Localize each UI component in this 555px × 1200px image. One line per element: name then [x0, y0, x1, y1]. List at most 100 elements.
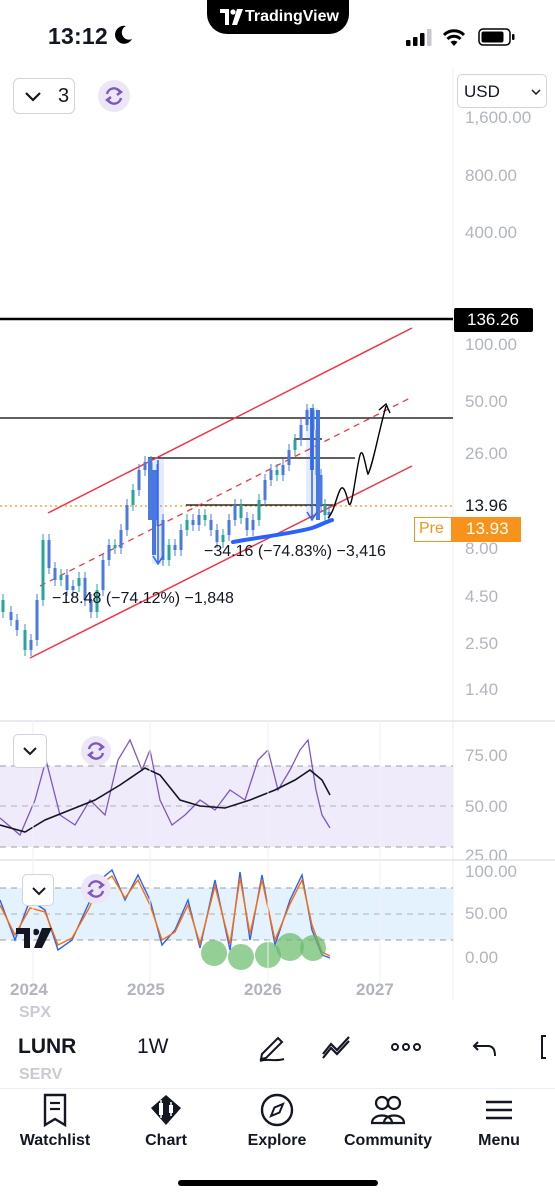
chevron-down-icon — [531, 89, 541, 96]
moon-icon — [115, 25, 132, 44]
candle-body — [215, 530, 219, 542]
rsi-axis-label: 75.00 — [465, 746, 508, 765]
candle-body — [65, 575, 69, 590]
nav-chart[interactable]: Chart — [111, 1089, 221, 1169]
next-symbol-hint[interactable]: SERV — [19, 1066, 62, 1084]
candle-body — [209, 520, 213, 530]
stoch-axis-label: 50.00 — [465, 904, 508, 923]
price-axis-label: 2.50 — [465, 634, 499, 653]
candle-body — [125, 505, 129, 530]
horizontal-line-price-tag[interactable]: 136.26 — [454, 308, 533, 332]
pen-icon[interactable] — [256, 1032, 288, 1062]
candle-body — [47, 540, 51, 568]
rsi-sync-button[interactable] — [81, 736, 111, 766]
tradingview-logo-icon — [220, 9, 243, 25]
clock: 13:12 — [48, 23, 108, 49]
candle-body — [107, 545, 111, 560]
nav-label: Community — [344, 1132, 432, 1149]
candle-body — [167, 545, 171, 560]
symbol-button[interactable]: LUNR — [18, 1035, 76, 1059]
status-bar: 13:12 TradingView — [0, 0, 555, 68]
menu-icon — [486, 1100, 512, 1120]
candle-body — [233, 505, 237, 520]
candle-body — [287, 450, 291, 465]
chart-area[interactable]: 3 USD 1,600.00 800.00 400.00 136.26 100.… — [0, 68, 555, 1000]
wifi-icon — [442, 29, 466, 46]
candle-body — [77, 578, 81, 586]
stoch-axis-label: 0.00 — [465, 948, 499, 967]
interval-selector[interactable]: 3 — [13, 78, 75, 114]
nav-explore[interactable]: Explore — [222, 1089, 332, 1169]
compass-icon — [260, 1093, 294, 1127]
candle-body — [119, 530, 123, 548]
chevron-down-icon — [23, 747, 37, 756]
candle-body — [227, 520, 231, 535]
time-axis-label: 2026 — [244, 980, 282, 999]
candle-body — [173, 545, 177, 550]
candle-body — [185, 520, 189, 530]
stoch-sync-button[interactable] — [81, 874, 111, 904]
prev-symbol-hint[interactable]: SPX — [19, 1004, 51, 1022]
candle-body — [323, 505, 327, 515]
nav-watchlist[interactable]: Watchlist — [0, 1089, 110, 1169]
undo-icon[interactable] — [470, 1032, 502, 1062]
candle-body — [143, 462, 147, 470]
price-axis-label: 1.40 — [465, 680, 499, 699]
candle-body — [15, 620, 19, 630]
candle-body — [41, 540, 45, 600]
candle-body — [239, 505, 243, 518]
candle-body — [9, 612, 13, 620]
currency-value: USD — [464, 82, 500, 101]
sync-icon — [105, 87, 123, 105]
home-indicator[interactable] — [178, 1180, 378, 1186]
stoch-collapse-button[interactable] — [22, 874, 54, 906]
currency-selector[interactable]: USD — [457, 74, 547, 108]
price-axis-label: 26.00 — [465, 444, 508, 463]
price-axis-label: 1,600.00 — [465, 108, 532, 127]
more-icon[interactable] — [390, 1032, 422, 1062]
signal-icon — [406, 29, 432, 46]
rsi-collapse-button[interactable] — [13, 734, 47, 768]
price-axis-label: 4.50 — [465, 587, 499, 606]
price-axis-label: 8.00 — [465, 539, 499, 558]
nav-menu[interactable]: Menu — [444, 1089, 554, 1169]
premarket-label: Pre — [414, 517, 452, 542]
bracket-icon[interactable] — [530, 1032, 555, 1062]
nav-community[interactable]: Community — [333, 1089, 443, 1169]
timeframe-button[interactable]: 1W — [137, 1035, 169, 1059]
candle-body — [179, 530, 183, 550]
candle-body — [299, 425, 303, 440]
candle-body — [113, 545, 117, 548]
chart-icon — [151, 1095, 181, 1125]
chevron-down-icon — [32, 887, 46, 896]
sync-button[interactable] — [98, 80, 130, 112]
rsi-axis-label: 50.00 — [465, 797, 508, 816]
time-axis-label: 2027 — [356, 980, 394, 999]
candle-body — [59, 575, 63, 580]
candle-body — [263, 480, 267, 500]
candle-body — [257, 500, 261, 520]
nav-label: Menu — [478, 1132, 520, 1149]
candle-body — [275, 470, 279, 475]
measure-2-label: −34.16 (−74.83%) −3,416 — [204, 543, 386, 560]
candle-body — [191, 520, 195, 525]
app-pill[interactable]: TradingView — [207, 0, 349, 34]
watchlist-icon — [43, 1093, 67, 1127]
chevron-down-icon — [25, 92, 41, 102]
price-axis-label: 100.00 — [465, 335, 517, 354]
last-price-label: 13.96 — [465, 496, 508, 515]
candle-body — [101, 560, 105, 590]
battery-icon — [478, 28, 515, 46]
rsi-axis-label: 25.00 — [465, 846, 508, 860]
sync-icon — [87, 880, 105, 898]
nav-label: Watchlist — [19, 1132, 91, 1149]
candle-body — [131, 490, 135, 505]
time-axis-label: 2025 — [127, 980, 165, 999]
interval-value: 3 — [58, 85, 70, 107]
candle-body — [53, 568, 57, 580]
stoch-axis-label: 100.00 — [465, 862, 517, 881]
candle-body — [221, 535, 225, 542]
drawings-icon[interactable] — [321, 1032, 353, 1062]
candle-body — [1, 600, 5, 612]
sync-icon — [87, 742, 105, 760]
